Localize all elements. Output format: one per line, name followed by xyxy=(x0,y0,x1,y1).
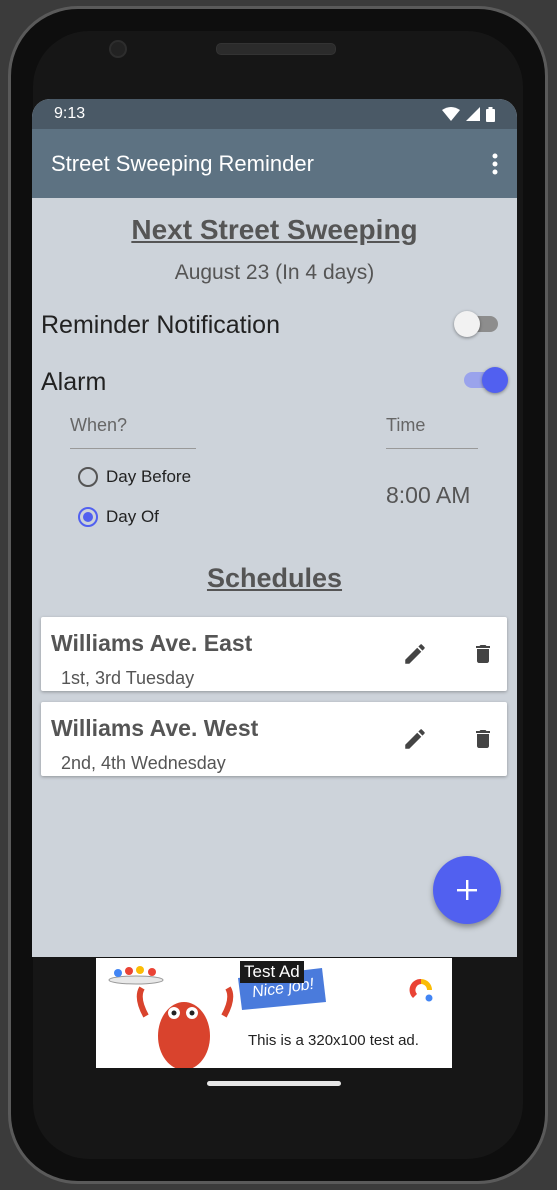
signal-icon xyxy=(466,107,480,121)
radio-button[interactable] xyxy=(78,507,98,527)
delete-icon[interactable] xyxy=(471,726,495,752)
adsense-logo xyxy=(409,978,433,1002)
edit-icon[interactable] xyxy=(402,641,428,667)
radio-button[interactable] xyxy=(78,467,98,487)
home-gesture-bar[interactable] xyxy=(207,1081,341,1086)
when-underline xyxy=(70,448,196,449)
schedules-title: Schedules xyxy=(206,563,343,593)
wifi-icon xyxy=(442,107,460,121)
next-sweeping-title: Next Street Sweeping xyxy=(131,214,418,245)
schedule-card[interactable]: Williams Ave. West 2nd, 4th Wednesday xyxy=(41,702,507,776)
status-bar: 9:13 xyxy=(32,99,517,129)
schedule-card[interactable]: Williams Ave. East 1st, 3rd Tuesday xyxy=(41,617,507,691)
radio-day-of[interactable]: Day Of xyxy=(78,507,159,527)
add-icon xyxy=(457,880,477,900)
battery-icon xyxy=(486,106,495,122)
app-bar: Street Sweeping Reminder xyxy=(32,129,517,198)
test-ad-label: Test Ad xyxy=(240,961,304,983)
toggle-knob xyxy=(482,367,508,393)
radio-label: Day Of xyxy=(106,507,159,526)
next-sweeping-date: August 23 (In 4 days) xyxy=(174,261,375,284)
time-underline xyxy=(386,448,478,449)
app-title: Street Sweeping Reminder xyxy=(51,150,314,176)
schedule-name: Williams Ave. West xyxy=(51,715,259,741)
reminder-label: Reminder Notification xyxy=(41,311,280,339)
schedule-days: 2nd, 4th Wednesday xyxy=(61,753,226,773)
reminder-toggle[interactable] xyxy=(454,311,498,337)
main-content: Next Street Sweeping August 23 (In 4 day… xyxy=(32,198,517,957)
schedule-days: 1st, 3rd Tuesday xyxy=(61,668,195,688)
app-screen: 9:13 Street Sweeping Reminder Next Stree… xyxy=(32,99,517,957)
alarm-time[interactable]: 8:00 AM xyxy=(386,482,470,509)
edit-icon[interactable] xyxy=(402,726,428,752)
radio-day-before[interactable]: Day Before xyxy=(78,467,191,487)
status-time: 9:13 xyxy=(54,105,86,122)
add-schedule-button[interactable] xyxy=(433,856,501,924)
camera xyxy=(109,40,127,58)
delete-icon[interactable] xyxy=(471,641,495,667)
speaker xyxy=(216,43,336,55)
more-vert-icon[interactable] xyxy=(491,153,499,175)
ad-text: This is a 320x100 test ad. xyxy=(248,1032,419,1049)
time-label: Time xyxy=(386,415,426,435)
schedule-name: Williams Ave. East xyxy=(51,630,253,656)
alarm-toggle[interactable] xyxy=(464,367,508,393)
toggle-knob xyxy=(454,311,480,337)
radio-label: Day Before xyxy=(106,467,192,486)
alarm-label: Alarm xyxy=(41,368,107,396)
status-icons xyxy=(442,106,495,122)
when-label: When? xyxy=(70,415,128,435)
